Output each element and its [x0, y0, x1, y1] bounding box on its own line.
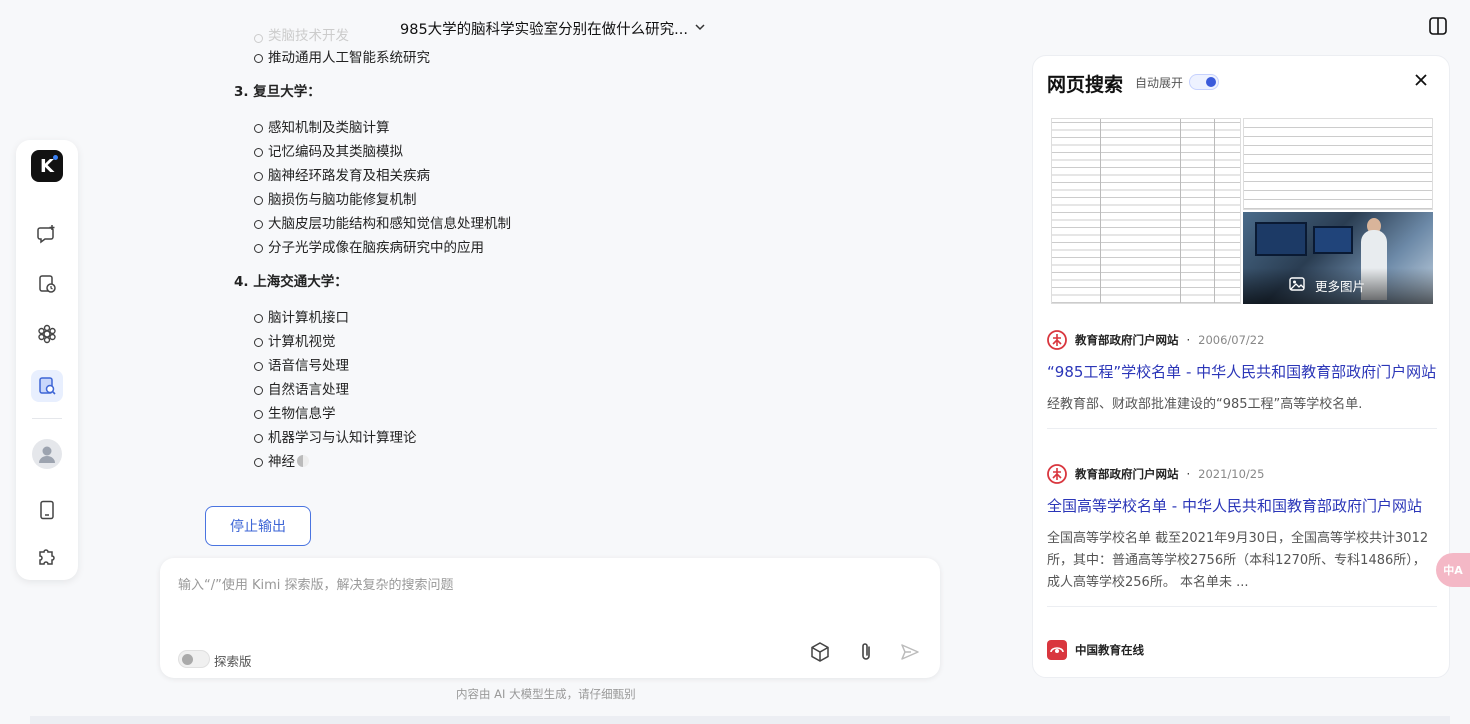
search-result[interactable]: 教育部政府门户网站 · 2006/07/22 “985工程”学校名单 - 中华人…: [1047, 330, 1437, 429]
section-list: 感知机制及类脑计算 记忆编码及其类脑模拟 脑神经环路发育及相关疾病 脑损伤与脑功…: [234, 116, 954, 260]
list-item: 感知机制及类脑计算: [254, 116, 954, 140]
panel-title: 网页搜索: [1047, 74, 1124, 96]
user-avatar-icon[interactable]: [31, 438, 63, 470]
more-images-link[interactable]: 更多图片: [1315, 276, 1365, 295]
list-item: 脑神经环路发育及相关疾病: [254, 164, 954, 188]
image-thumbnail-table-1[interactable]: [1051, 118, 1241, 304]
history-icon[interactable]: [31, 268, 63, 300]
image-icon: [1289, 276, 1305, 292]
list-item: 计算机视觉: [254, 330, 954, 354]
list-item: 神经: [254, 450, 954, 474]
explore-mode-label: 探索版: [214, 654, 252, 669]
paperclip-icon[interactable]: [854, 640, 878, 664]
web-search-panel: 网页搜索 自动展开 更多图片 教育部政府门户网站 · 2006/07/22 “9…: [1032, 55, 1450, 678]
result-source: 教育部政府门户网站 · 2021/10/25: [1047, 464, 1437, 484]
new-chat-icon[interactable]: [31, 218, 63, 250]
search-result[interactable]: 教育部政府门户网站 · 2021/10/25 全国高等学校名单 - 中华人民共和…: [1047, 464, 1437, 607]
explore-icon[interactable]: [31, 318, 63, 350]
explore-mode-toggle[interactable]: [178, 650, 210, 668]
result-divider: [1047, 428, 1437, 429]
eol-logo-icon: [1047, 640, 1067, 660]
result-source: 中国教育在线: [1047, 640, 1437, 660]
result-divider: [1047, 606, 1437, 607]
list-item: 大脑皮层功能结构和感知觉信息处理机制: [254, 212, 954, 236]
list-item: 类脑技术开发: [254, 26, 954, 46]
ai-disclaimer: 内容由 AI 大模型生成，请仔细甄别: [456, 687, 636, 701]
section-heading: 3. 复旦大学：: [234, 84, 321, 100]
bottom-shade: [30, 684, 1450, 724]
loading-spinner-icon: [297, 455, 309, 467]
list-item: 推动通用人工智能系统研究: [254, 46, 954, 70]
close-icon[interactable]: [1411, 70, 1431, 90]
source-name: 教育部政府门户网站: [1075, 333, 1179, 347]
assistant-message: 类脑技术开发 推动通用人工智能系统研究 3. 复旦大学： 感知机制及类脑计算 记…: [234, 28, 954, 474]
list-item: 语音信号处理: [254, 354, 954, 378]
result-title-link[interactable]: “985工程”学校名单 - 中华人民共和国教育部政府门户网站: [1047, 360, 1437, 384]
separator-dot: ·: [1186, 467, 1191, 481]
list-item: 自然语言处理: [254, 378, 954, 402]
search-doc-icon[interactable]: [31, 370, 63, 402]
auto-expand-label: 自动展开: [1135, 76, 1184, 90]
translate-badge-icon[interactable]: 中A: [1436, 553, 1470, 587]
separator-dot: ·: [1186, 333, 1191, 347]
list-item: 脑计算机接口: [254, 306, 954, 330]
result-source: 教育部政府门户网站 · 2006/07/22: [1047, 330, 1437, 350]
chat-input-placeholder[interactable]: 输入“/”使用 Kimi 探索版，解决复杂的搜索问题: [178, 574, 454, 593]
cube-icon[interactable]: [808, 640, 832, 664]
result-snippet: 全国高等学校名单 截至2021年9月30日，全国高等学校共计3012所，其中：普…: [1047, 531, 1429, 590]
search-result[interactable]: 中国教育在线: [1047, 640, 1437, 660]
source-name: 中国教育在线: [1075, 643, 1144, 657]
source-date: 2021/10/25: [1198, 467, 1265, 481]
rail-divider: [32, 418, 62, 419]
list-item: 分子光学成像在脑疾病研究中的应用: [254, 236, 954, 260]
result-title-link[interactable]: 全国高等学校名单 - 中华人民共和国教育部政府门户网站: [1047, 494, 1437, 518]
moe-logo-icon: [1047, 330, 1067, 350]
plugin-icon[interactable]: [31, 540, 63, 572]
list-item: 脑损伤与脑功能修复机制: [254, 188, 954, 212]
logo-letter: K: [40, 155, 54, 177]
source-name: 教育部政府门户网站: [1075, 467, 1179, 481]
section-list: 脑计算机接口 计算机视觉 语音信号处理 自然语言处理 生物信息学 机器学习与认知…: [234, 306, 954, 474]
list-item: 生物信息学: [254, 402, 954, 426]
list-item: 机器学习与认知计算理论: [254, 426, 954, 450]
image-thumbnail-photo[interactable]: 更多图片: [1243, 212, 1433, 304]
kimi-logo[interactable]: K: [31, 150, 63, 182]
result-snippet: 经教育部、财政部批准建设的“985工程”高等学校名单.: [1047, 397, 1363, 412]
moe-logo-icon: [1047, 464, 1067, 484]
streaming-text: 神经: [268, 454, 295, 470]
chat-input-box[interactable]: 输入“/”使用 Kimi 探索版，解决复杂的搜索问题 探索版: [160, 558, 940, 678]
sidebar-toggle-icon[interactable]: [1428, 16, 1448, 36]
image-thumbnail-table-2[interactable]: [1243, 118, 1433, 210]
source-date: 2006/07/22: [1198, 333, 1265, 347]
auto-expand-switch[interactable]: [1189, 74, 1219, 90]
section-heading: 4. 上海交通大学：: [234, 274, 348, 290]
list-item: 记忆编码及其类脑模拟: [254, 140, 954, 164]
stop-output-button[interactable]: 停止输出: [205, 506, 311, 546]
left-rail: K: [16, 140, 78, 580]
send-icon[interactable]: [898, 640, 922, 664]
mobile-icon[interactable]: [31, 494, 63, 526]
